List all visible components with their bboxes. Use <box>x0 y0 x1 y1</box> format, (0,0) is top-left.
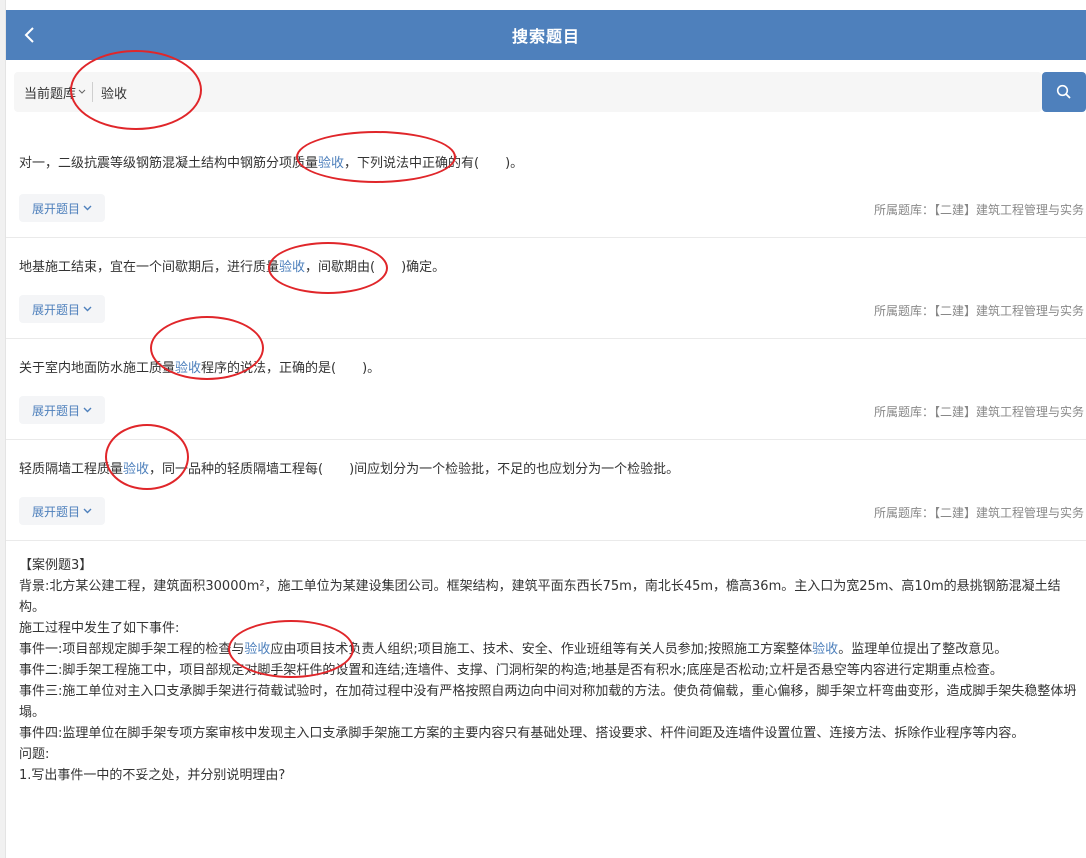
keyword-highlight: 验收 <box>812 642 839 657</box>
question-text: 轻质隔墙工程质量验收，同一品种的轻质隔墙工程每( )间应划分为一个检验批，不足的… <box>19 462 680 477</box>
question-item[interactable]: 轻质隔墙工程质量验收，同一品种的轻质隔墙工程每( )间应划分为一个检验批，不足的… <box>6 440 1086 541</box>
expand-question-button[interactable]: 展开题目 <box>19 194 105 222</box>
case-event-3: 事件三:施工单位对主入口支承脚手架进行荷载试验时，在加荷过程中没有严格按照自两边… <box>19 684 1077 720</box>
question-source: 所属题库：【二建】建筑工程管理与实务 <box>873 405 1084 419</box>
case-question-1: 1.写出事件一中的不妥之处，并分别说明理由? <box>19 768 286 783</box>
search-button[interactable] <box>1042 72 1086 112</box>
expand-question-button[interactable]: 展开题目 <box>19 497 105 525</box>
question-source: 所属题库：【二建】建筑工程管理与实务 <box>873 506 1084 520</box>
keyword-highlight: 验收 <box>123 462 150 477</box>
chevron-left-icon <box>24 27 34 43</box>
case-event-2: 事件二:脚手架工程施工中，项目部规定对脚手架杆件的设置和连结;连墙件、支撑、门洞… <box>19 663 1003 678</box>
page-title: 搜索题目 <box>511 27 580 46</box>
question-item[interactable]: 关于室内地面防水施工质量验收程序的说法，正确的是( )。 展开题目 所属题库：【… <box>6 339 1086 440</box>
expand-question-button[interactable]: 展开题目 <box>19 396 105 424</box>
chevron-down-icon <box>83 306 92 312</box>
case-event-1: 事件一:项目部规定脚手架工程的检查与验收应由项目技术负责人组织;项目施工、技术、… <box>19 642 1008 657</box>
question-text: 对一，二级抗震等级钢筋混凝土结构中钢筋分项质量验收，下列说法中正确的有( )。 <box>19 156 524 171</box>
chevron-down-icon <box>83 407 92 413</box>
case-question-label: 问题: <box>19 747 50 762</box>
keyword-highlight: 验收 <box>175 361 202 376</box>
case-event-4: 事件四:监理单位在脚手架专项方案审核中发现主入口支承脚手架施工方案的主要内容只有… <box>19 726 1025 741</box>
keyword-highlight: 验收 <box>318 156 345 171</box>
chevron-down-icon <box>83 205 92 211</box>
library-select[interactable]: 当前题库 <box>14 82 94 102</box>
search-area: 当前题库 <box>6 60 1086 130</box>
chevron-down-icon <box>78 89 86 94</box>
question-item[interactable]: 对一，二级抗震等级钢筋混凝土结构中钢筋分项质量验收，下列说法中正确的有( )。 … <box>6 130 1086 238</box>
top-bar: 搜索题目 <box>6 10 1086 60</box>
question-text: 地基施工结束，宜在一个间歇期后，进行质量验收，间歇期由( )确定。 <box>19 260 446 275</box>
question-source: 所属题库：【二建】建筑工程管理与实务 <box>873 304 1084 318</box>
case-question[interactable]: 【案例题3】 背景:北方某公建工程，建筑面积30000m²，施工单位为某建设集团… <box>6 548 1086 858</box>
library-select-label: 当前题库 <box>24 86 77 102</box>
keyword-highlight: 验收 <box>279 260 306 275</box>
question-item[interactable]: 地基施工结束，宜在一个间歇期后，进行质量验收，间歇期由( )确定。 展开题目 所… <box>6 238 1086 339</box>
expand-question-button[interactable]: 展开题目 <box>19 295 105 323</box>
case-title: 【案例题3】 <box>19 558 93 573</box>
chevron-down-icon <box>83 508 92 514</box>
search-input[interactable] <box>101 77 1002 107</box>
search-icon <box>1056 84 1071 99</box>
keyword-highlight: 验收 <box>244 642 271 657</box>
case-background: 背景:北方某公建工程，建筑面积30000m²，施工单位为某建设集团公司。框架结构… <box>19 579 1061 615</box>
case-process: 施工过程中发生了如下事件: <box>19 621 180 636</box>
search-bar: 当前题库 <box>14 72 1042 112</box>
back-button[interactable] <box>16 21 44 49</box>
question-source: 所属题库：【二建】建筑工程管理与实务 <box>873 203 1084 217</box>
question-text: 关于室内地面防水施工质量验收程序的说法，正确的是( )。 <box>19 361 381 376</box>
